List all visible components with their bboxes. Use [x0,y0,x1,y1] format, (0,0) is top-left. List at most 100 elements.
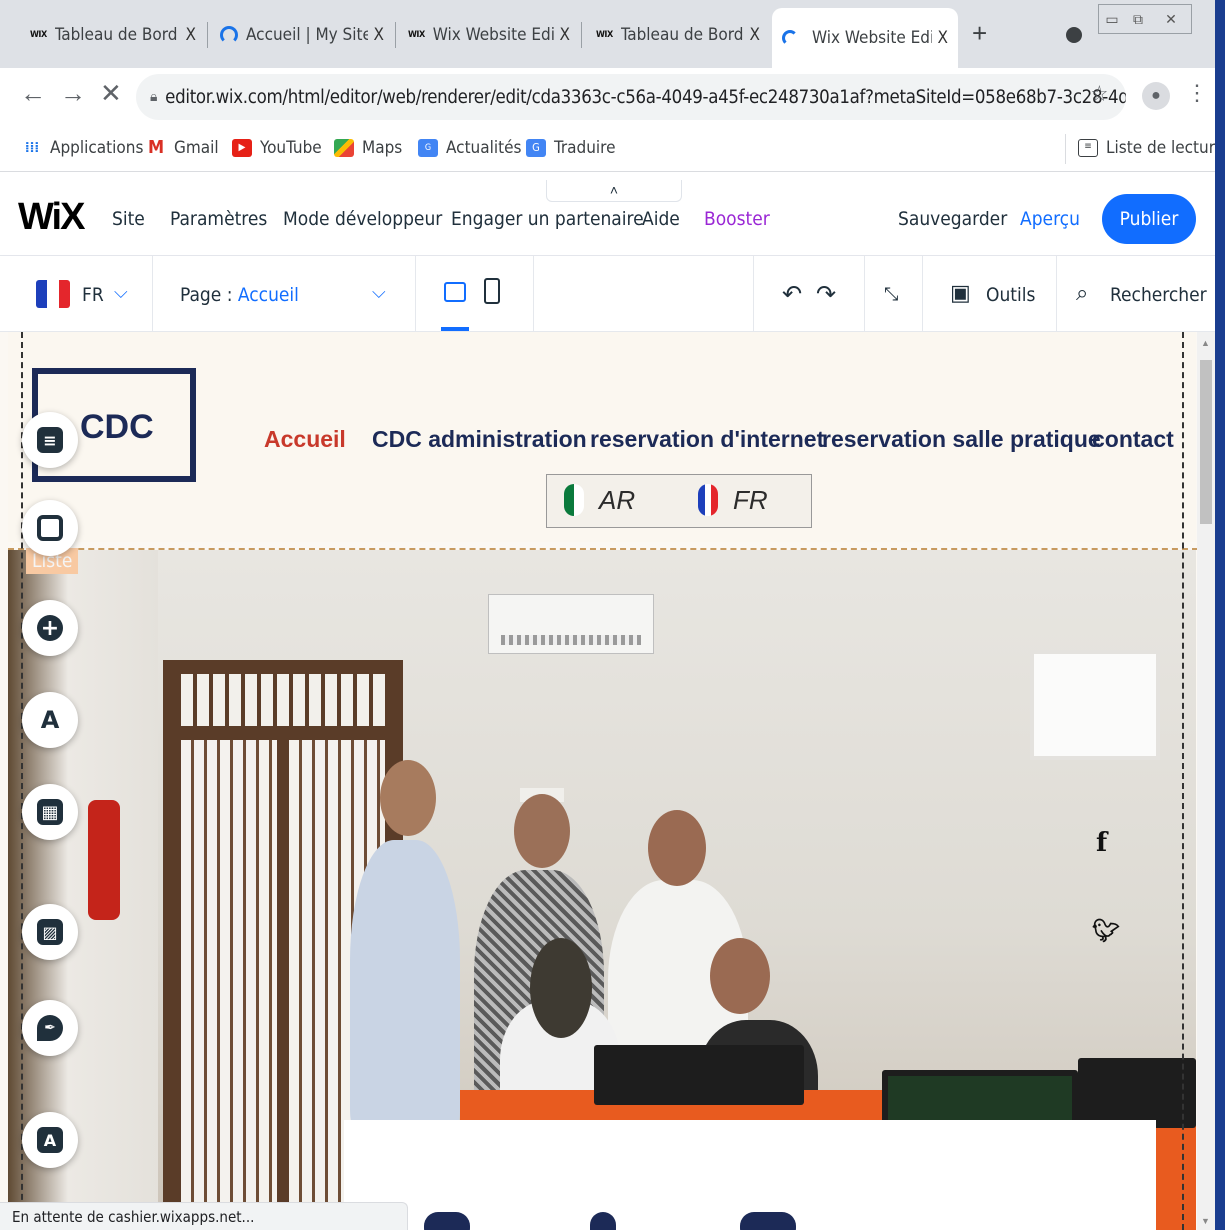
url-input[interactable]: 🔒︎ editor.wix.com/html/editor/web/render… [136,74,1126,120]
photo-monitor [1078,1058,1196,1128]
redo-icon[interactable]: ↷ [816,280,836,309]
news-icon: G [418,139,438,157]
browser-tab-3[interactable]: WIX Wix Website Edito X [398,8,580,62]
tab-close-icon[interactable]: X [186,25,196,45]
heading-glyph [590,1212,616,1230]
desktop-view-icon[interactable] [444,282,466,302]
browser-tab-1[interactable]: WIX Tableau de Bord | X [20,8,206,62]
new-tab-button[interactable]: + [972,18,987,49]
twitter-icon[interactable]: 🐦︎ [1092,918,1120,944]
tools-icon[interactable]: ▣ [950,280,971,306]
wix-favicon-icon: WIX [408,30,425,40]
language-selector[interactable]: FR [82,284,104,306]
gridline-right [1182,332,1184,1230]
close-window-icon[interactable]: ✕ [1151,5,1191,33]
site-nav-reservation-salle[interactable]: reservation salle pratique [822,426,1101,453]
shopping-bag-icon: A [37,1127,63,1153]
bookmark-applications[interactable]: ⁞⁞⁞ Applications [22,138,144,158]
stop-loading-icon[interactable]: ✕ [100,78,122,109]
page-chevron-down-icon[interactable]: ⌵ [372,282,386,303]
tab-divider [207,22,208,48]
france-flag-icon [698,484,718,516]
loading-spinner-icon [220,26,238,44]
media-button[interactable]: ▨ [22,904,78,960]
french-flag-icon[interactable] [36,280,70,308]
tab-close-icon[interactable]: X [374,25,384,45]
add-apps-button[interactable]: ▦ [22,784,78,840]
menu-site[interactable]: Site [112,208,145,230]
preview-button[interactable]: Aperçu [1020,208,1080,230]
minimize-icon[interactable]: ▭ [1099,5,1125,33]
collapse-toolbar-chevron-up-icon[interactable]: ˄ [546,180,682,202]
menu-booster[interactable]: Booster [704,208,770,230]
browser-menu-icon[interactable]: ⋮ [1186,80,1208,106]
save-button[interactable]: Sauvegarder [898,208,1007,230]
bookmark-label: Maps [362,138,403,158]
bookmark-youtube[interactable]: ▶ YouTube [232,138,322,158]
page-value: Accueil [237,284,299,306]
profile-avatar-icon[interactable]: ● [1142,82,1170,110]
bookmark-gmail[interactable]: M Gmail [146,138,219,158]
menu-parametres[interactable]: Paramètres [170,208,267,230]
tab-title: Tableau de Bord | [620,25,744,45]
reading-list-button[interactable]: ≡ Liste de lecture [1078,138,1224,158]
photo-door-pane [181,740,277,1220]
undo-icon[interactable]: ↶ [782,280,802,309]
layout-button[interactable] [22,500,78,556]
site-logo-text[interactable]: CDC [80,408,154,447]
forward-arrow-icon[interactable]: → [60,78,86,109]
browser-tab-4[interactable]: WIX Tableau de Bord | X [586,8,770,62]
blog-button[interactable]: ✒ [22,1000,78,1056]
bookmark-news[interactable]: G Actualités [418,138,522,158]
restore-icon[interactable]: ⧉ [1125,5,1151,33]
page-label: Page : [180,284,238,306]
add-elements-button[interactable]: + [22,600,78,656]
menu-mode-developpeur[interactable]: Mode développeur [283,208,442,230]
search-button[interactable]: Rechercher [1110,284,1207,306]
toolbar-divider [1056,256,1057,332]
lang-fr[interactable]: FR [733,485,768,516]
mobile-view-icon[interactable] [484,278,500,304]
tools-button[interactable]: Outils [986,284,1035,306]
site-nav-administration[interactable]: CDC administration [372,426,587,453]
scroll-down-icon[interactable]: ▼ [1201,1216,1210,1226]
tab-close-icon[interactable]: X [750,25,760,45]
photo-vent [501,635,641,645]
bookmark-maps[interactable]: Maps [334,138,402,158]
pages-menu-button[interactable]: ≡ [22,412,78,468]
scroll-up-icon[interactable]: ▲ [1201,338,1210,348]
publish-button[interactable]: Publier [1102,194,1196,244]
store-button[interactable]: A [22,1112,78,1168]
language-menu[interactable]: AR FR [546,474,812,528]
facebook-icon[interactable]: f [1096,828,1107,858]
editor-canvas[interactable]: CDC Accueil CDC administration reservati… [0,332,1215,1230]
zoom-out-icon[interactable]: ⤡ [884,284,898,305]
site-nav-reservation-internet[interactable]: reservation d'internet [590,426,824,453]
theme-font-icon: A [40,706,60,734]
tab-close-icon[interactable]: X [938,28,948,48]
wix-logo[interactable]: WiX [18,196,85,239]
tab-close-icon[interactable]: X [560,25,570,45]
theme-button[interactable]: A [22,692,78,748]
bookmark-star-icon[interactable]: ☆ [1091,82,1109,107]
chevron-down-icon[interactable]: ⌵ [114,282,128,303]
canvas-scrollbar[interactable]: ▲ ▼ [1197,332,1215,1230]
back-arrow-icon[interactable]: ← [20,78,46,109]
toolbar-divider [864,256,865,332]
lock-icon: 🔒︎ [150,89,158,105]
search-icon[interactable]: ⌕ [1076,280,1088,306]
extension-icon[interactable] [1066,27,1082,43]
lang-ar[interactable]: AR [599,485,635,516]
menu-aide[interactable]: Aide [642,208,680,230]
wix-favicon-icon: WIX [596,30,613,40]
browser-tab-2[interactable]: Accueil | My Site 1 X [210,8,394,62]
window-controls: ▭ ⧉ ✕ [1098,4,1192,34]
photo-window [1030,650,1160,760]
page-selector[interactable]: Page : Accueil [180,284,299,306]
bookmark-translate[interactable]: G Traduire [526,138,615,158]
scrollbar-thumb[interactable] [1200,360,1212,524]
menu-engager-partenaire[interactable]: Engager un partenaire [451,208,644,230]
browser-tab-5-active[interactable]: Wix Website Edito X [772,8,958,68]
site-nav-contact[interactable]: contact [1092,426,1174,453]
site-nav-accueil[interactable]: Accueil [264,426,346,453]
